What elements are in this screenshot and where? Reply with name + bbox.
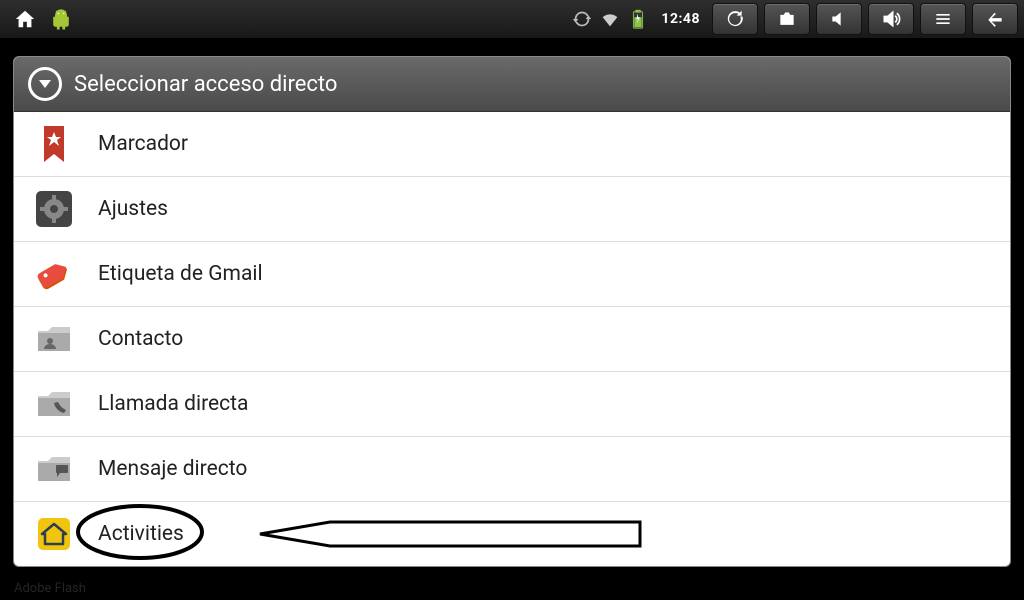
list-item-etiqueta-gmail[interactable]: Etiqueta de Gmail [14,242,1010,307]
list-item-marcador[interactable]: Marcador [14,112,1010,177]
shortcut-picker-dialog: Seleccionar acceso directo Marcador Ajus… [13,56,1011,567]
volume-down-button[interactable] [816,3,862,35]
list-item-mensaje-directo[interactable]: Mensaje directo [14,437,1010,502]
list-item-label: Mensaje directo [98,457,247,481]
menu-button[interactable] [920,3,966,35]
battery-icon [627,8,649,30]
contact-folder-icon [32,317,76,361]
clock: 12:48 [661,11,700,27]
list-item-contacto[interactable]: Contacto [14,307,1010,372]
dropdown-circle-icon [28,67,62,101]
list-item-activities[interactable]: Activities [14,502,1010,566]
volume-up-button[interactable] [868,3,914,35]
activities-home-icon [32,512,76,556]
list-item-label: Contacto [98,327,183,351]
bookmark-icon [32,122,76,166]
settings-icon [32,187,76,231]
list-item-llamada-directa[interactable]: Llamada directa [14,372,1010,437]
list-item-label: Etiqueta de Gmail [98,262,263,286]
back-button[interactable] [972,3,1018,35]
sync-small-icon [571,8,593,30]
list-item-label: Activities [98,522,184,546]
dialog-backdrop: Seleccionar acceso directo Marcador Ajus… [0,38,1024,600]
dialog-title-bar: Seleccionar acceso directo [14,57,1010,112]
shortcut-list: Marcador Ajustes Etiqueta de Gmail Conta… [14,112,1010,566]
list-item-label: Llamada directa [98,392,248,416]
home-icon[interactable] [14,8,36,30]
phone-folder-icon [32,382,76,426]
dialog-title-text: Seleccionar acceso directo [74,72,337,97]
android-icon [50,8,72,30]
status-bar: 12:48 [0,0,1024,38]
camera-button[interactable] [764,3,810,35]
gmail-tag-icon [32,252,76,296]
refresh-button[interactable] [712,3,758,35]
message-folder-icon [32,447,76,491]
list-item-label: Ajustes [98,197,168,221]
list-item-label: Marcador [98,132,188,156]
wifi-icon [599,8,621,30]
list-item-ajustes[interactable]: Ajustes [14,177,1010,242]
